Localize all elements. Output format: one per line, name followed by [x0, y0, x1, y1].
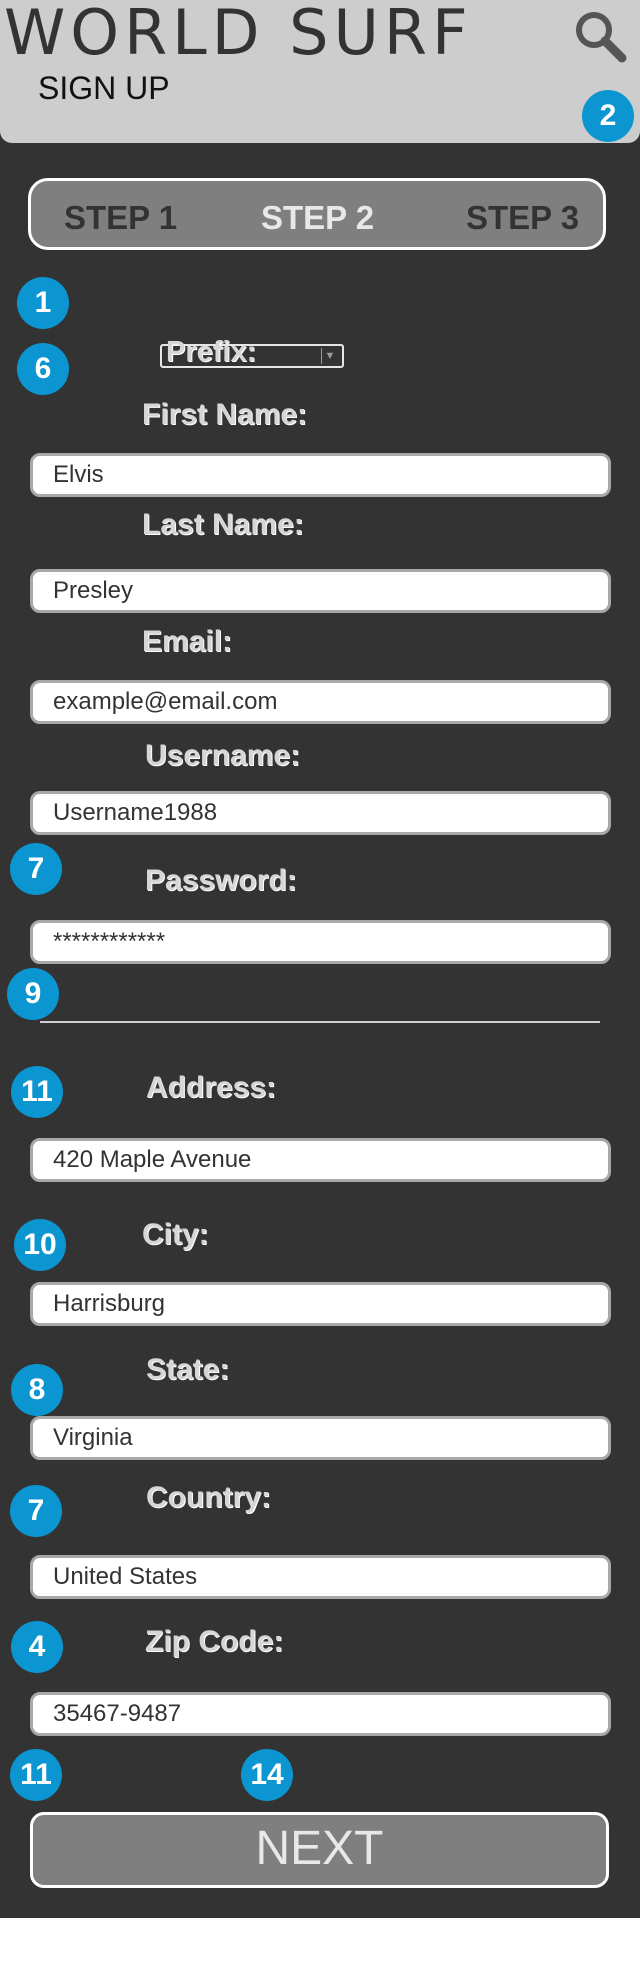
tab-step-3[interactable]: STEP 3 [466, 199, 579, 237]
last-name-label: Last Name: [142, 508, 304, 541]
brand-title: WORLD SURF [4, 0, 473, 69]
next-button[interactable]: NEXT [30, 1812, 609, 1888]
annotation-badge: 2 [582, 90, 634, 142]
zip-code-label: Zip Code: [145, 1625, 284, 1658]
username-field[interactable]: Username1988 [30, 791, 611, 835]
section-divider [40, 1021, 600, 1023]
step-tabs: STEP 1 STEP 2 STEP 3 [28, 178, 606, 250]
zip-code-field[interactable]: 35467-9487 [30, 1692, 611, 1736]
chevron-down-icon: ▼ [321, 348, 338, 364]
annotation-badge: 4 [11, 1621, 63, 1673]
username-label: Username: [145, 739, 301, 772]
page-subtitle: SIGN UP [38, 70, 170, 106]
city-field[interactable]: Harrisburg [30, 1282, 611, 1326]
annotation-badge: 7 [10, 1485, 62, 1537]
annotation-badge: 10 [14, 1219, 66, 1271]
annotation-badge: 9 [7, 968, 59, 1020]
country-label: Country: [146, 1481, 271, 1514]
state-field[interactable]: Virginia [30, 1416, 611, 1460]
annotation-badge: 8 [11, 1364, 63, 1416]
state-label: State: [146, 1353, 230, 1386]
email-label: Email: [142, 625, 233, 658]
annotation-badge: 11 [10, 1749, 62, 1801]
first-name-label: First Name: [142, 398, 308, 431]
app-screen: WORLD SURF SIGN UP 2 STEP 1 STEP 2 STEP … [0, 0, 640, 1918]
password-label: Password: [145, 864, 297, 897]
search-icon[interactable] [572, 8, 628, 64]
annotation-badge: 1 [17, 277, 69, 329]
annotation-badge: 14 [241, 1749, 293, 1801]
annotation-badge: 7 [10, 843, 62, 895]
password-field[interactable]: ************ [30, 920, 611, 964]
address-label: Address: [146, 1071, 277, 1104]
header: WORLD SURF SIGN UP [0, 0, 640, 143]
city-label: City: [142, 1218, 209, 1251]
country-field[interactable]: United States [30, 1555, 611, 1599]
first-name-field[interactable]: Elvis [30, 453, 611, 497]
prefix-label: Prefix: [166, 336, 257, 368]
annotation-badge: 6 [17, 343, 69, 395]
annotation-badge: 11 [11, 1066, 63, 1118]
tab-step-2[interactable]: STEP 2 [261, 199, 374, 237]
last-name-field[interactable]: Presley [30, 569, 611, 613]
address-field[interactable]: 420 Maple Avenue [30, 1138, 611, 1182]
tab-step-1[interactable]: STEP 1 [64, 199, 177, 237]
email-field[interactable]: example@email.com [30, 680, 611, 724]
